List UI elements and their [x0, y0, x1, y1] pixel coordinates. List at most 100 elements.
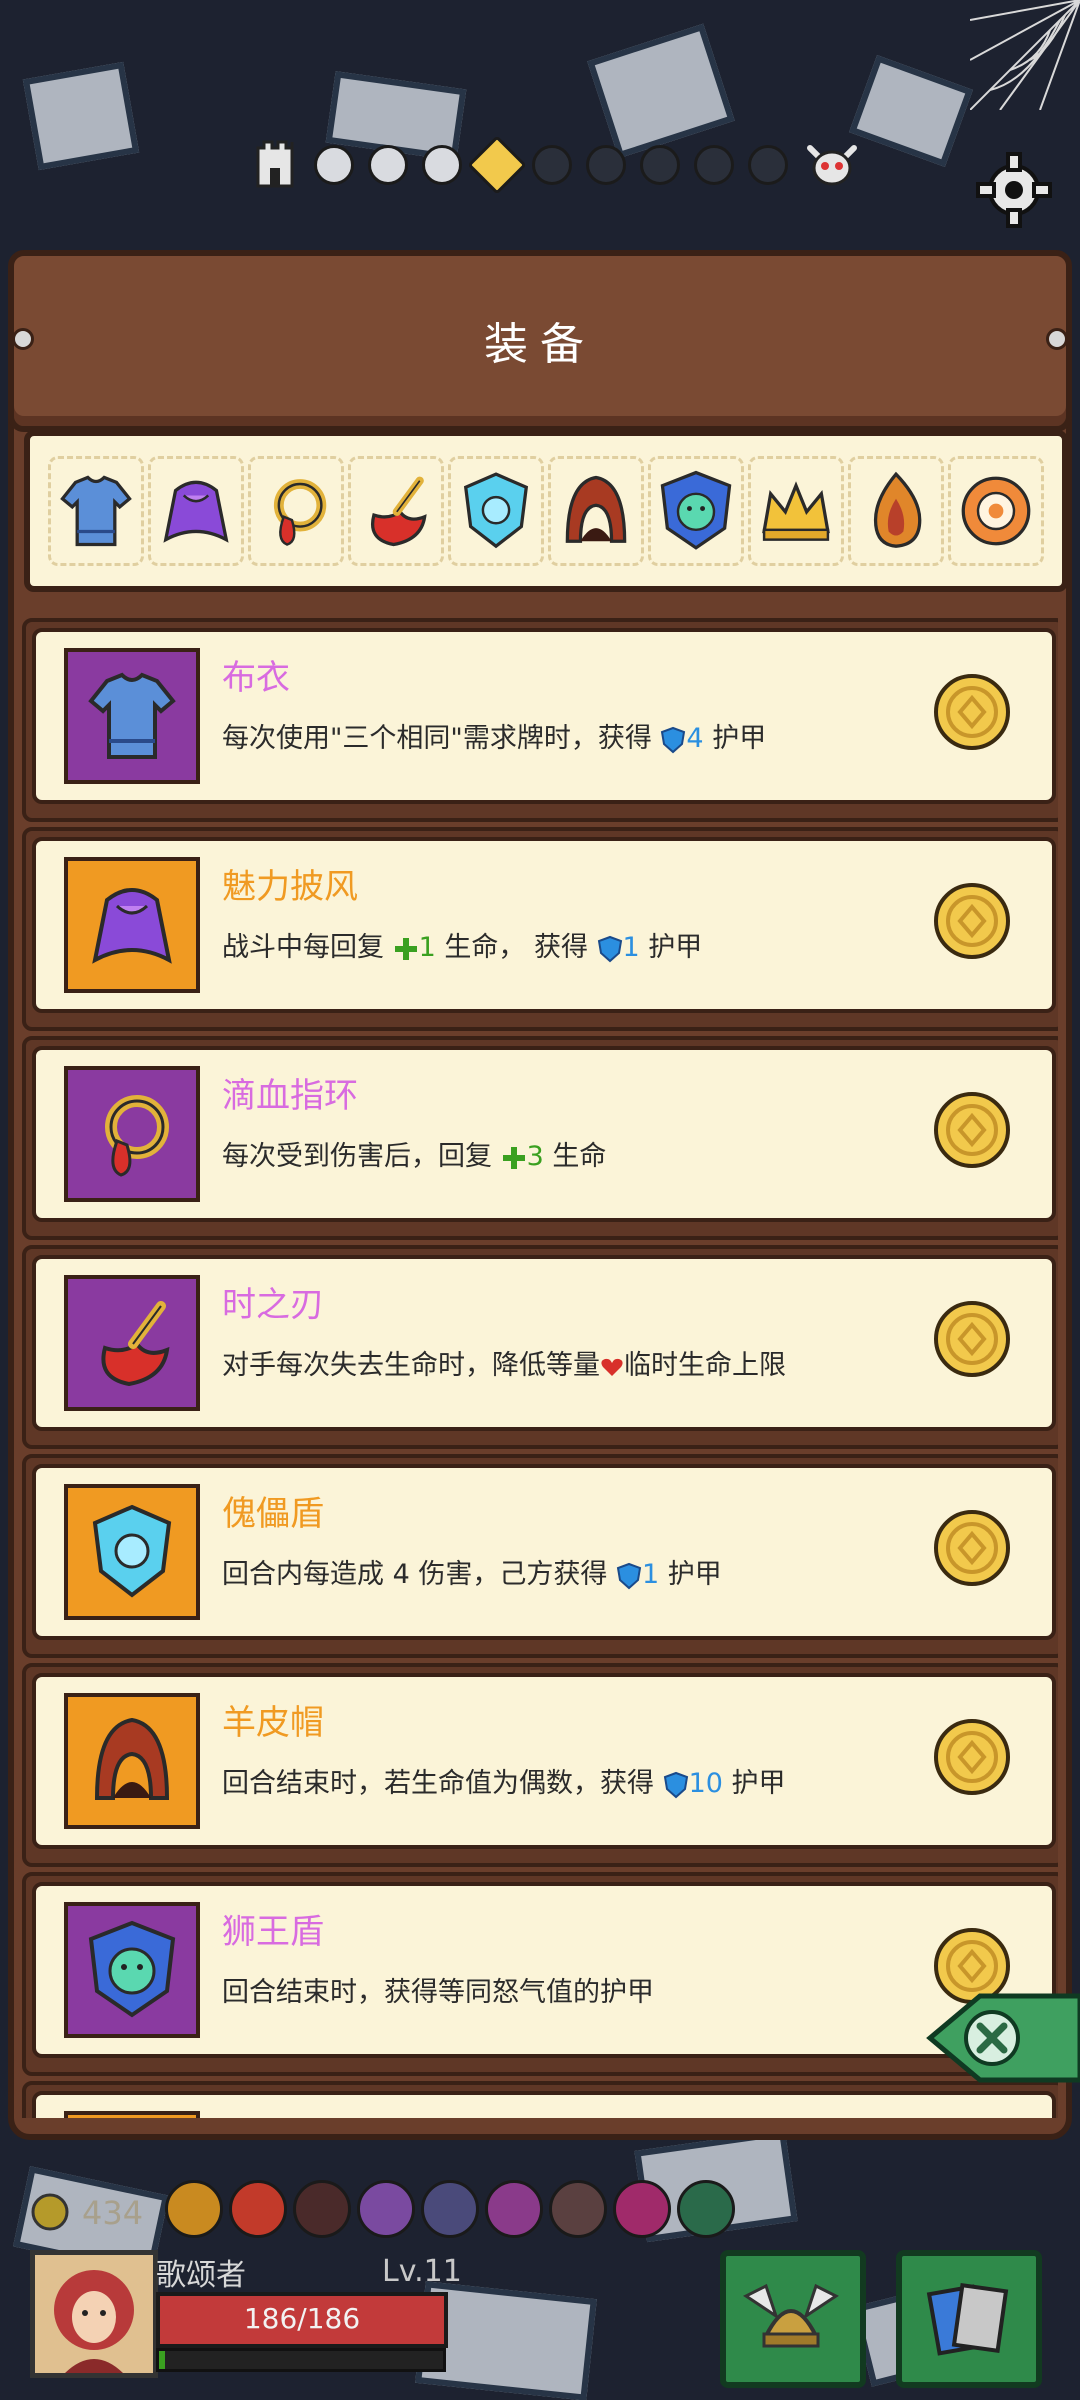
cards-button[interactable] — [896, 2250, 1042, 2388]
coin-icon[interactable] — [932, 1508, 1012, 1588]
equipment-name: 滴血指环 — [222, 1076, 358, 1116]
lion-shield-icon — [660, 470, 732, 550]
hp-text: 186/186 — [243, 2302, 361, 2335]
relic-icon[interactable] — [421, 2180, 479, 2238]
equipment-card[interactable]: 时之刃 对手每次失去生命时，降低等量 临时生命上限 — [22, 1245, 1058, 1449]
equipment-icon-frame — [64, 1902, 200, 2038]
coin-icon[interactable] — [932, 881, 1012, 961]
coin-icon[interactable] — [932, 1717, 1012, 1797]
equipment-icon-frame — [64, 1693, 200, 1829]
stage-progress — [250, 130, 862, 200]
coin-icon[interactable] — [932, 1299, 1012, 1379]
cape-icon — [163, 480, 229, 543]
card-deck-icon — [926, 2282, 1009, 2356]
equipment-slot[interactable] — [748, 456, 844, 566]
relic-icon[interactable] — [677, 2180, 735, 2238]
puppet-shield-icon — [92, 1504, 172, 1598]
character-name: 歌颂者 — [156, 2258, 246, 2293]
hp-bar: 186/186 — [156, 2292, 448, 2348]
gold-coin-icon — [31, 2193, 69, 2231]
equipment-icon-frame — [64, 648, 200, 784]
equipment-slot[interactable] — [848, 456, 944, 566]
equipment-icon-frame — [64, 857, 200, 993]
relic-icon[interactable] — [357, 2180, 415, 2238]
equipment-slot[interactable] — [448, 456, 544, 566]
stage-dot — [748, 145, 788, 185]
stage-dot — [422, 145, 462, 185]
equipment-name: 觉醒皇冠 — [222, 2113, 358, 2118]
equipment-card[interactable]: 羊皮帽回合结束时，若生命值为偶数，获得 10 护甲 — [22, 1663, 1058, 1867]
stage-dot — [694, 145, 734, 185]
equipment-card[interactable]: 觉醒皇冠 — [22, 2081, 1058, 2118]
relic-icon[interactable] — [165, 2180, 223, 2238]
relic-row — [165, 2180, 735, 2238]
equipment-name: 布衣 — [222, 658, 290, 698]
equipment-slot[interactable] — [48, 456, 144, 566]
panel-header: 装备 — [8, 250, 1072, 432]
boss-skull-icon — [807, 145, 857, 186]
equipment-card[interactable]: 狮王盾 回合结束时，获得等同怒气值的护甲 — [22, 1872, 1058, 2076]
page-title: 装备 — [484, 319, 596, 370]
heal-plus-icon — [394, 937, 417, 960]
shield-icon — [661, 726, 686, 753]
equipment-icon-strip — [24, 430, 1068, 592]
equipment-slot[interactable] — [648, 456, 744, 566]
player-hud: 434 歌颂者 Lv.11 186/186 — [0, 2150, 1080, 2400]
equipment-list[interactable]: 布衣 每次使用"三个相同"需求牌时，获得 4 护甲魅力披风战斗中每回复 1 生命，… — [22, 618, 1058, 2118]
shield-icon — [616, 1562, 642, 1589]
equipment-description: 战斗中每回复 1 生命， 获得 1 护甲 — [222, 932, 703, 963]
equipment-card[interactable]: 布衣 每次使用"三个相同"需求牌时，获得 4 护甲 — [22, 618, 1058, 822]
relic-icon[interactable] — [613, 2180, 671, 2238]
shield-icon — [663, 1771, 688, 1798]
blade-icon — [371, 476, 427, 547]
equipment-icon-frame — [64, 1275, 200, 1411]
hood-icon — [94, 1717, 170, 1800]
avatar[interactable] — [30, 2250, 158, 2378]
xp-fill — [159, 2351, 165, 2369]
equipment-button[interactable] — [720, 2250, 866, 2388]
equipment-slot[interactable] — [248, 456, 344, 566]
relic-icon[interactable] — [549, 2180, 607, 2238]
equipment-card[interactable]: 滴血指环每次受到伤害后，回复 3 生命 — [22, 1036, 1058, 1240]
stage-dot — [368, 145, 408, 185]
equipment-description: 每次受到伤害后，回复 3 生命 — [222, 1141, 607, 1172]
stage-dot — [467, 135, 527, 195]
relic-icon[interactable] — [485, 2180, 543, 2238]
tower-icon — [256, 140, 294, 188]
crown-icon — [762, 481, 830, 541]
coin-icon[interactable] — [932, 672, 1012, 752]
equipment-description: 回合结束时，获得等同怒气值的护甲 — [222, 1977, 654, 2008]
equipment-name: 魅力披风 — [222, 867, 358, 907]
equipment-name: 羊皮帽 — [222, 1703, 324, 1743]
equipment-slot[interactable] — [948, 456, 1044, 566]
equipment-card[interactable]: 傀儡盾回合内每造成 4 伤害，己方获得 1 护甲 — [22, 1454, 1058, 1658]
equipment-name: 时之刃 — [222, 1285, 324, 1325]
equipment-slot[interactable] — [348, 456, 444, 566]
equipment-slot[interactable] — [548, 456, 644, 566]
equipment-slot[interactable] — [148, 456, 244, 566]
heal-plus-icon — [502, 1146, 525, 1169]
equipment-description: 回合结束时，若生命值为偶数，获得 10 护甲 — [222, 1768, 786, 1799]
equipment-icon-frame — [64, 2111, 200, 2118]
equipment-panel: 装备 布衣 每次使用"三个相同"需求牌时，获得 4 护甲魅力披风战斗中每回复 1 … — [8, 250, 1072, 2140]
winged-helmet-icon — [743, 2283, 839, 2348]
cobweb-icon — [970, 0, 1080, 110]
equipment-name: 傀儡盾 — [222, 1494, 324, 1534]
ring-icon — [105, 1095, 169, 1177]
settings-gear-icon[interactable] — [972, 148, 1056, 232]
equipment-description: 回合内每造成 4 伤害，己方获得 1 护甲 — [222, 1559, 722, 1590]
coin-icon[interactable] — [932, 1090, 1012, 1170]
stage-dot — [586, 145, 626, 185]
close-button[interactable] — [910, 1988, 1080, 2088]
lion-shield-icon — [88, 1920, 176, 2018]
relic-icon[interactable] — [229, 2180, 287, 2238]
shirt-icon — [60, 475, 132, 547]
blade-icon — [101, 1301, 170, 1387]
relic-icon[interactable] — [293, 2180, 351, 2238]
gold-count: 434 — [82, 2194, 144, 2232]
stage-dot — [640, 145, 680, 185]
equipment-icon-frame — [64, 1484, 200, 1620]
shield-icon — [597, 935, 622, 962]
equipment-card[interactable]: 魅力披风战斗中每回复 1 生命， 获得 1 护甲 — [22, 827, 1058, 1031]
xp-bar — [156, 2348, 446, 2372]
